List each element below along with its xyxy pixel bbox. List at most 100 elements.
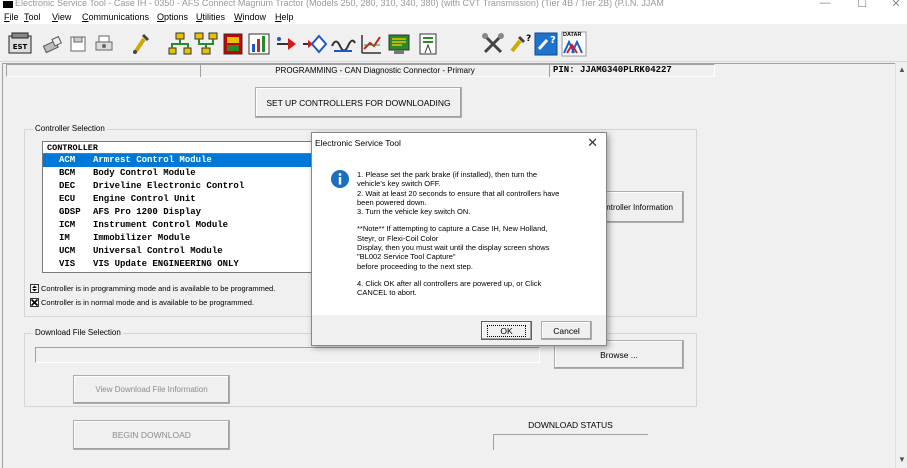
arrow-diamond-icon[interactable] bbox=[300, 30, 327, 56]
menu-view[interactable]: View bbox=[52, 12, 71, 22]
controller-name: AFS Pro 1200 Display bbox=[93, 207, 202, 217]
status-normal-line: Controller is in normal mode and is avai… bbox=[30, 298, 254, 307]
mode-text: PROGRAMMING - CAN Diagnostic Connector -… bbox=[275, 66, 475, 75]
close-window-button[interactable]: ✕ bbox=[886, 0, 906, 10]
controller-row[interactable]: UCM Universal Control Module bbox=[43, 245, 311, 258]
svg-text:?: ? bbox=[550, 35, 556, 46]
info-icon bbox=[331, 170, 349, 188]
datar-icon[interactable]: DATAR bbox=[560, 30, 587, 57]
download-file-legend: Download File Selection bbox=[33, 328, 123, 337]
controller-code: IM bbox=[59, 233, 70, 243]
dialog-message-line bbox=[357, 216, 597, 224]
menu-window[interactable]: Window bbox=[234, 12, 266, 22]
dialog-message-line: before proceeding to the next step. bbox=[357, 261, 473, 271]
chart-icon[interactable] bbox=[245, 30, 271, 56]
dialog-message-line bbox=[357, 271, 597, 279]
print-icon[interactable] bbox=[90, 30, 116, 56]
controller-name: Driveline Electronic Control bbox=[93, 181, 245, 191]
maximize-button[interactable]: ☐ bbox=[852, 0, 872, 10]
menu-utilities-label: tilities bbox=[202, 12, 226, 22]
controller-name: Engine Control Unit bbox=[93, 194, 196, 204]
controller-row[interactable]: DEC Driveline Electronic Control bbox=[43, 180, 311, 193]
menu-view-label: iew bbox=[57, 12, 72, 22]
svg-text:?: ? bbox=[526, 34, 531, 44]
controller-row[interactable]: VIS VIS Update ENGINEERING ONLY bbox=[43, 258, 311, 271]
controller-list[interactable]: CONTROLLER ACM Armrest Control Module BCM B… bbox=[42, 141, 312, 273]
download-status-label: DOWNLOAD STATUS bbox=[528, 420, 613, 430]
menu-tool[interactable]: Tool bbox=[24, 12, 41, 22]
menu-file[interactable]: File bbox=[4, 12, 19, 22]
dialog-message-line: **Note** If attempting to capture a Case… bbox=[357, 224, 548, 234]
dialog-ok-button[interactable]: OK bbox=[481, 321, 532, 340]
menu-communications[interactable]: Communications bbox=[82, 12, 149, 22]
controller-rows: ACM Armrest Control Module BCM Body Control… bbox=[43, 154, 311, 271]
waveform-icon[interactable] bbox=[329, 30, 356, 56]
controller-name: Universal Control Module bbox=[93, 246, 223, 256]
controller-name: Instrument Control Module bbox=[93, 220, 229, 230]
graph-icon[interactable] bbox=[357, 30, 383, 56]
menu-options[interactable]: Options bbox=[157, 12, 188, 22]
view-download-file-info-button[interactable]: View Download File Information bbox=[73, 375, 230, 404]
help-settings-icon[interactable]: ? bbox=[532, 30, 558, 56]
module-icon[interactable] bbox=[219, 30, 245, 56]
scroll-up-icon[interactable]: ▲ bbox=[898, 65, 906, 74]
controller-row[interactable]: IM Immobilizer Module bbox=[43, 232, 311, 245]
controller-code: ICM bbox=[59, 220, 76, 230]
wrench-question-icon[interactable]: ? bbox=[505, 30, 531, 56]
menu-options-label: ptions bbox=[164, 12, 189, 22]
controller-name: Immobilizer Module bbox=[93, 233, 191, 243]
controller-row[interactable]: ECU Engine Control Unit bbox=[43, 193, 311, 206]
menu-window-accel: W bbox=[234, 12, 243, 22]
status-normal-text: Controller is in normal mode and is avai… bbox=[41, 298, 255, 307]
signal-tower-icon[interactable] bbox=[414, 30, 440, 56]
controller-code: VIS bbox=[59, 259, 76, 269]
menu-window-label: indow bbox=[242, 12, 267, 22]
dialog-message-line: 4. Click OK after all controllers are po… bbox=[357, 278, 542, 288]
dialog-message-line: 3. Turn the vehicle key switch ON. bbox=[357, 207, 471, 217]
controller-name: VIS Update ENGINEERING ONLY bbox=[93, 259, 239, 269]
datar-label: DATAR bbox=[563, 32, 582, 38]
network-icon[interactable] bbox=[166, 30, 192, 56]
menu-file-label: ile bbox=[9, 12, 19, 22]
controller-list-header: CONTROLLER bbox=[43, 142, 311, 154]
controller-row[interactable]: GDSP AFS Pro 1200 Display bbox=[43, 206, 311, 219]
controller-selection-legend: Controller Selection bbox=[33, 124, 107, 133]
controller-row[interactable]: ACM Armrest Control Module bbox=[43, 154, 311, 167]
eraser-icon[interactable] bbox=[38, 30, 64, 56]
dialog-message-line: Display, then you must wait until the di… bbox=[357, 243, 550, 253]
setup-controllers-button[interactable]: SET UP CONTROLLERS FOR DOWNLOADING bbox=[255, 87, 462, 118]
dialog-message-line: CANCEL to abort. bbox=[357, 288, 417, 298]
menu-communications-label: ommunications bbox=[88, 12, 150, 22]
scroll-down-icon[interactable]: ▼ bbox=[898, 455, 906, 464]
programming-mode-icon bbox=[30, 284, 39, 293]
dialog-ok-label: OK bbox=[487, 324, 526, 337]
est-icon[interactable]: EST bbox=[6, 30, 32, 56]
dialog-message-line: vehicle's key switch OFF. bbox=[357, 179, 441, 189]
dialog-close-icon[interactable]: ✕ bbox=[587, 135, 598, 151]
controller-name: Armrest Control Module bbox=[93, 155, 212, 165]
save-icon[interactable] bbox=[64, 30, 90, 56]
controller-row[interactable]: BCM Body Control Module bbox=[43, 167, 311, 180]
menu-utilities[interactable]: Utilities bbox=[196, 12, 225, 22]
tools-icon[interactable] bbox=[479, 30, 505, 56]
pipe-icon[interactable] bbox=[127, 30, 153, 56]
dialog-message: 1. Please set the park brake (if install… bbox=[357, 170, 597, 298]
dialog-message-line: 1. Please set the park brake (if install… bbox=[357, 170, 538, 179]
controller-row[interactable]: ICM Instrument Control Module bbox=[43, 219, 311, 232]
controller-code: GDSP bbox=[59, 207, 81, 217]
vertical-scrollbar[interactable]: ▲ ▼ bbox=[895, 63, 907, 468]
begin-download-button[interactable]: BEGIN DOWNLOAD bbox=[73, 420, 230, 450]
dialog-title: Electronic Service Tool bbox=[315, 138, 401, 148]
menu-help[interactable]: Help bbox=[275, 12, 294, 22]
controller-code: UCM bbox=[59, 246, 76, 256]
dialog-cancel-button[interactable]: Cancel bbox=[541, 321, 592, 340]
download-file-path-input[interactable] bbox=[35, 347, 540, 363]
network-check-icon[interactable] bbox=[192, 30, 218, 56]
toolbar: EST ? ? DATAR bbox=[0, 24, 907, 62]
arrow-right-icon[interactable] bbox=[273, 30, 299, 56]
dialog-title-bar: Electronic Service Tool ✕ bbox=[312, 133, 606, 155]
terminal-icon[interactable] bbox=[385, 30, 411, 56]
download-status-bar bbox=[493, 434, 648, 450]
dialog-body: 1. Please set the park brake (if install… bbox=[312, 155, 606, 315]
minimize-button[interactable]: — bbox=[815, 0, 835, 9]
